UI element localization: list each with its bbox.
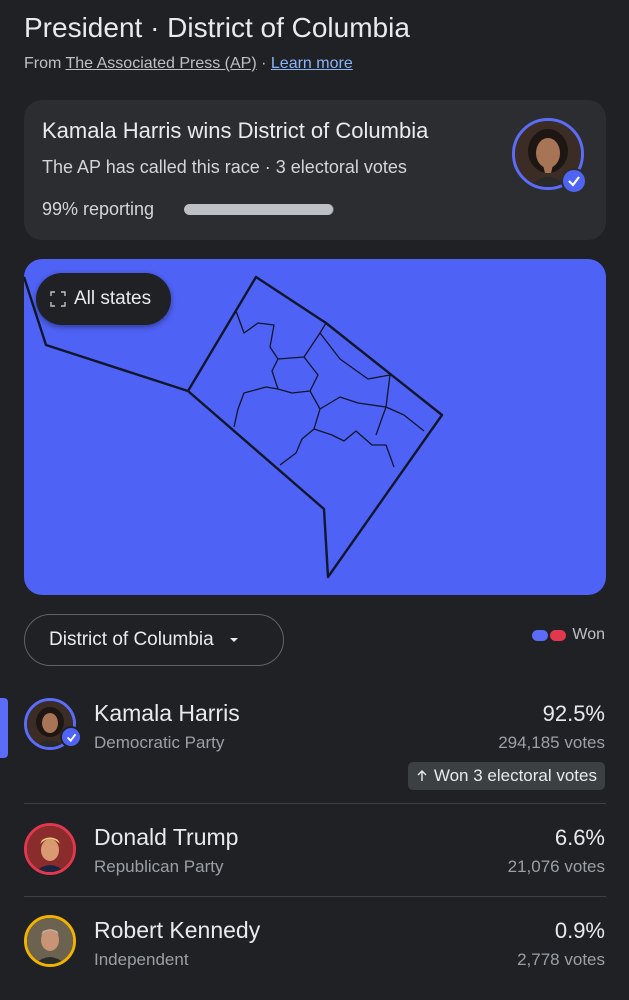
candidate-votes: 294,185 votes [498,733,605,752]
reporting-progress-bar [184,204,334,215]
candidate-name: Kamala Harris [94,700,240,726]
candidate-percent: 92.5% [542,701,605,726]
electoral-votes-label: Won 3 electoral votes [433,766,597,785]
kennedy-avatar [24,915,76,967]
reporting-progress-fill [184,204,333,215]
candidate-party: Democratic Party [94,733,225,752]
expand-icon [50,291,66,307]
candidate-portrait-icon [27,826,73,872]
all-states-label: All states [74,288,152,309]
candidate-party: Republican Party [94,857,224,876]
electoral-votes-badge: Won 3 electoral votes [407,762,605,790]
candidate-votes: 2,778 votes [517,950,605,969]
source-line: From The Associated Press (AP) · Learn m… [24,55,353,73]
legend-label: Won [572,626,605,643]
candidate-name: Robert Kennedy [94,917,261,943]
candidate-row-harris[interactable]: Kamala Harris Democratic Party 92.5% 294… [0,680,629,790]
winner-check-icon [60,726,82,748]
all-states-button[interactable]: All states [36,273,172,325]
candidate-votes: 21,076 votes [507,857,605,876]
legend: Won [532,626,605,644]
legend-dem-dot [532,629,549,641]
trump-avatar [24,823,76,875]
winner-check-icon [561,168,587,194]
reporting-text: 99% reporting [42,199,155,219]
source-prefix: From [24,55,62,72]
source-link[interactable]: The Associated Press (AP) [65,55,256,72]
result-summary-card: Kamala Harris wins District of Columbia … [24,100,606,240]
district-map[interactable]: All states [24,259,606,595]
dropdown-arrow-icon [229,638,238,642]
learn-more-link[interactable]: Learn more [271,55,353,72]
winner-headline: Kamala Harris wins District of Columbia [42,118,429,143]
candidate-row-kennedy[interactable]: Robert Kennedy Independent 0.9% 2,778 vo… [0,897,629,993]
region-selector[interactable]: District of Columbia [24,614,284,666]
page-title: President · District of Columbia [24,12,410,43]
candidate-portrait-icon [27,918,73,964]
candidate-percent: 6.6% [554,825,605,850]
candidate-row-trump[interactable]: Donald Trump Republican Party 6.6% 21,07… [0,804,629,900]
candidate-party: Independent [94,950,189,969]
arrow-up-icon [417,770,427,781]
legend-rep-dot [550,629,567,641]
candidate-name: Donald Trump [94,824,239,850]
region-selector-label: District of Columbia [49,629,214,650]
race-called-text: The AP has called this race · 3 electora… [42,157,407,177]
candidate-percent: 0.9% [554,918,605,943]
source-separator: · [261,55,267,72]
